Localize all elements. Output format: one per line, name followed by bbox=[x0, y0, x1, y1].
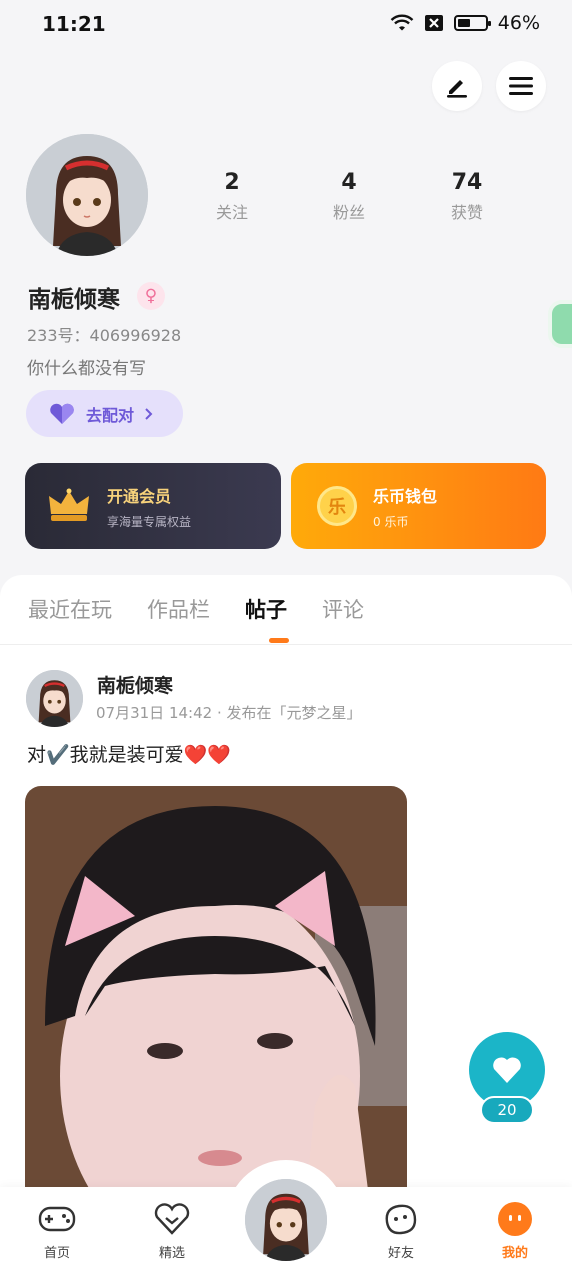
nav-label: 好友 bbox=[387, 1246, 414, 1261]
menu-icon bbox=[509, 77, 533, 95]
nav-item-me[interactable]: 我的 bbox=[485, 1200, 545, 1261]
tab-indicator bbox=[269, 638, 289, 643]
stat-value: 74 bbox=[451, 170, 483, 195]
username: 南栀倾寒 bbox=[28, 287, 120, 313]
nav-item-friends[interactable]: 好友 bbox=[371, 1200, 431, 1261]
nav-label: 精选 bbox=[158, 1246, 185, 1261]
like-count: 20 bbox=[480, 1096, 534, 1124]
stat-value: 2 bbox=[224, 170, 240, 195]
post-author-avatar[interactable] bbox=[26, 670, 83, 727]
nav-label: 我的 bbox=[501, 1246, 528, 1261]
gamepad-icon bbox=[38, 1206, 76, 1232]
wallet-subtitle: 0 乐币 bbox=[373, 514, 409, 529]
crown-icon bbox=[49, 488, 89, 521]
vip-subtitle: 享海量专属权益 bbox=[107, 514, 192, 529]
pair-label: 去配对 bbox=[86, 405, 135, 425]
stat-following[interactable]: 2 关注 bbox=[192, 170, 272, 223]
sim-icon bbox=[424, 15, 443, 31]
me-icon bbox=[498, 1202, 532, 1236]
stat-label: 关注 bbox=[215, 203, 248, 222]
stat-followers[interactable]: 4 粉丝 bbox=[309, 170, 389, 223]
post-author-name[interactable]: 南栀倾寒 bbox=[97, 671, 173, 698]
divider bbox=[0, 644, 572, 645]
battery-text: 46% bbox=[497, 12, 540, 34]
menu-button[interactable] bbox=[496, 61, 546, 111]
profile-avatar[interactable] bbox=[26, 134, 148, 256]
user-id[interactable]: 233号：406996928 bbox=[27, 322, 181, 346]
heart-icon bbox=[50, 403, 74, 424]
featured-icon bbox=[154, 1203, 190, 1235]
post-text: 对✔️我就是装可爱❤️❤️ bbox=[27, 744, 231, 766]
battery-icon bbox=[453, 15, 491, 31]
wifi-icon bbox=[390, 14, 414, 31]
stat-label: 粉丝 bbox=[332, 203, 365, 222]
edit-button[interactable] bbox=[432, 61, 482, 111]
vip-title: 开通会员 bbox=[107, 486, 172, 506]
status-icons: 46% bbox=[390, 12, 540, 34]
post-meta: 07月31日 14:42 · 发布在「元梦之星」 bbox=[96, 704, 362, 722]
post-image[interactable] bbox=[25, 786, 407, 1206]
coin-icon: 乐 bbox=[317, 486, 357, 526]
nav-item-featured[interactable]: 精选 bbox=[142, 1200, 202, 1261]
nav-item-home[interactable]: 首页 bbox=[27, 1200, 87, 1261]
wallet-card[interactable]: 乐 乐币钱包 0 乐币 bbox=[291, 463, 546, 549]
tab-recent-play[interactable]: 最近在玩 bbox=[28, 594, 112, 624]
side-float-tab[interactable] bbox=[548, 300, 572, 348]
wallet-title: 乐币钱包 bbox=[373, 486, 438, 506]
user-bio[interactable]: 你什么都没有写 bbox=[27, 354, 146, 379]
gender-female-icon: ♀ bbox=[137, 282, 165, 310]
edit-icon bbox=[447, 80, 467, 98]
chevron-right-icon bbox=[145, 407, 153, 420]
tab-works[interactable]: 作品栏 bbox=[147, 594, 210, 624]
profile-tabs: 最近在玩 作品栏 帖子 评论 bbox=[28, 594, 364, 624]
tab-comments[interactable]: 评论 bbox=[322, 594, 364, 624]
vip-card[interactable]: 开通会员 享海量专属权益 bbox=[25, 463, 281, 549]
heart-icon bbox=[493, 1057, 521, 1083]
nav-label: 首页 bbox=[43, 1246, 70, 1261]
pair-button[interactable]: 去配对 bbox=[26, 390, 183, 437]
friends-icon bbox=[385, 1204, 417, 1235]
tab-posts[interactable]: 帖子 bbox=[245, 594, 287, 624]
stat-value: 4 bbox=[341, 170, 357, 195]
nav-center-avatar[interactable] bbox=[241, 1175, 331, 1265]
stat-likes[interactable]: 74 获赞 bbox=[427, 170, 507, 223]
status-time: 11:21 bbox=[42, 12, 106, 36]
stat-label: 获赞 bbox=[450, 203, 483, 222]
